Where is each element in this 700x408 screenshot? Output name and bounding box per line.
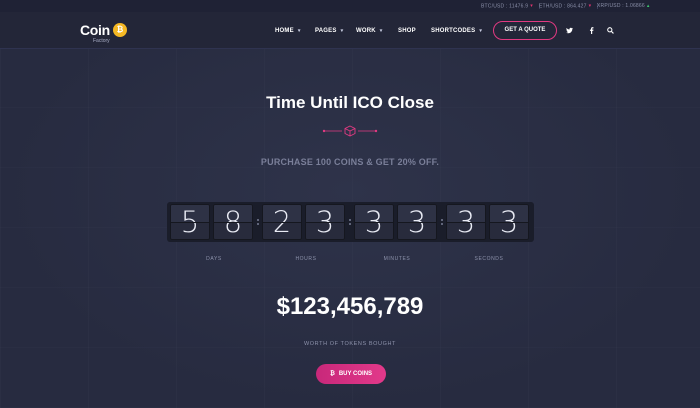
days-digit: 8 — [213, 204, 253, 240]
unit-days: DAYS — [206, 256, 222, 262]
nav-work[interactable]: WORK ▾ — [356, 28, 383, 34]
minutes-digit: 3 — [354, 204, 394, 240]
unit-minutes: MINUTES — [383, 256, 411, 262]
minutes-digit: 3 — [397, 204, 437, 240]
cube-divider-icon — [322, 125, 378, 137]
nav-pages[interactable]: PAGES ▾ — [315, 28, 343, 34]
days-digit: 5 — [170, 204, 210, 240]
facebook-icon[interactable] — [589, 27, 594, 36]
price-ticker: BTC/USD : 11476.9 ▾ ETH/USD : 864.427 ▾ XR… — [0, 0, 700, 12]
logo-text: Coin — [80, 22, 110, 38]
unit-seconds: SECONDS — [474, 256, 504, 262]
ticker-btc: BTC/USD : 11476.9 ▾ — [481, 3, 540, 9]
ticker-eth: ETH/USD : 864.427 ▾ — [539, 3, 599, 10]
seconds-digit: 3 — [489, 204, 529, 240]
site-header: Coin ₿ Factory HOME ▾ PAGES ▾ WORK ▾ SHOP S… — [0, 12, 700, 49]
colon-separator — [257, 219, 259, 225]
seconds-digit: 3 — [446, 204, 486, 240]
hours-digit: 2 — [262, 204, 302, 240]
colon-separator — [441, 219, 443, 225]
buy-coins-button[interactable]: ₿ BUY COINS — [316, 364, 386, 384]
countdown-clock: 5 8 2 3 3 3 3 3 — [167, 202, 534, 242]
down-arrow-icon: ▾ — [530, 3, 533, 10]
down-arrow-icon: ▾ — [588, 3, 592, 10]
tokens-amount: $123,456,789 — [276, 293, 424, 320]
unit-hours: HOURS — [295, 256, 317, 262]
chevron-down-icon: ▾ — [479, 28, 483, 34]
nav-home[interactable]: HOME ▾ — [275, 28, 301, 34]
amount-label: WORTH OF TOKENS BOUGHT — [303, 341, 397, 347]
chevron-down-icon: ▾ — [297, 28, 301, 34]
up-arrow-icon: ▴ — [646, 3, 650, 9]
buy-coins-label: BUY COINS — [338, 371, 373, 377]
colon-separator — [349, 219, 351, 225]
logo-subtitle: Factory — [93, 38, 110, 44]
promo-text: PURCHASE 100 COINS & GET 20% OFF. — [260, 157, 440, 167]
chevron-down-icon: ▾ — [379, 28, 383, 34]
coin-icon: ₿ — [113, 23, 127, 37]
get-a-quote-button[interactable]: GET A QUOTE — [493, 21, 557, 40]
chevron-down-icon: ▾ — [340, 28, 344, 34]
search-icon[interactable] — [607, 27, 614, 36]
nav-shop[interactable]: SHOP — [398, 28, 416, 34]
page-title: Time Until ICO Close — [266, 93, 434, 112]
hours-digit: 3 — [305, 204, 345, 240]
nav-shortcodes[interactable]: SHORTCODES ▾ — [431, 28, 482, 34]
twitter-icon[interactable] — [566, 27, 573, 36]
bitcoin-icon: ₿ — [329, 371, 335, 377]
ticker-xrp: XRP/USD : 1.06866 ▴ — [597, 3, 650, 9]
